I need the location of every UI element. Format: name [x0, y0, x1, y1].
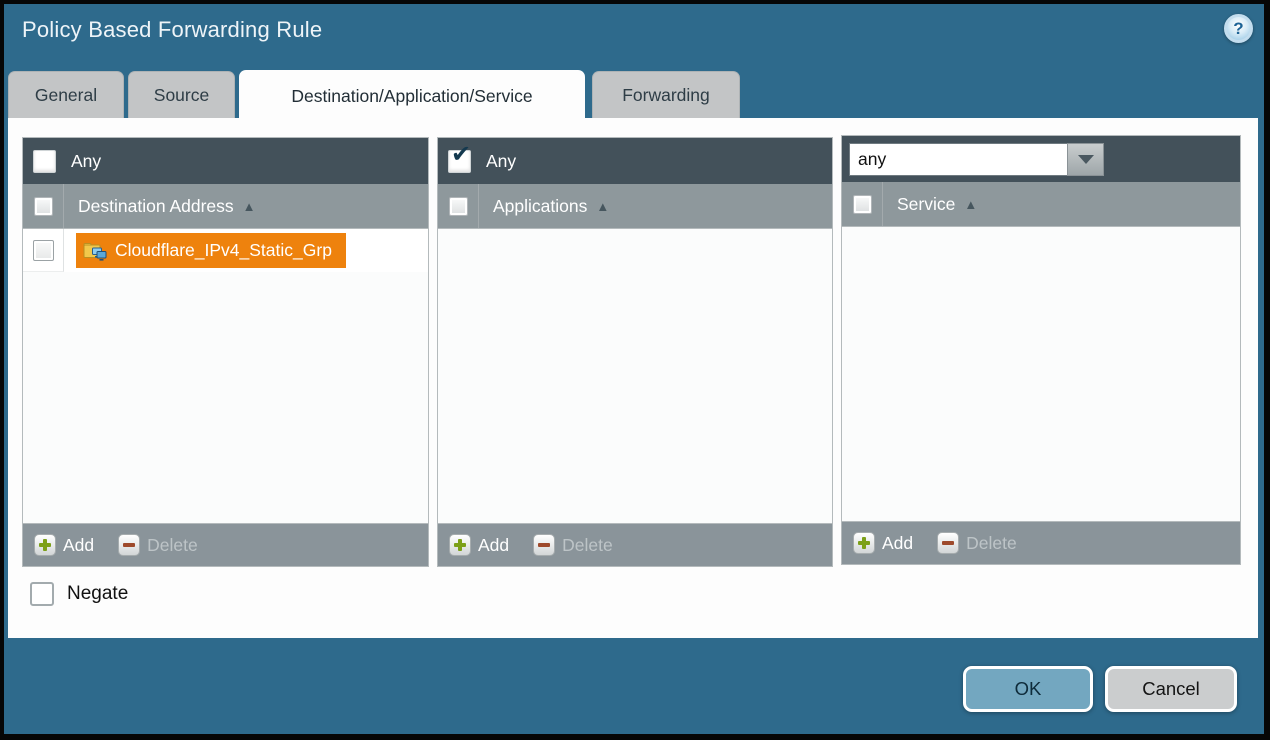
minus-icon — [533, 534, 555, 556]
negate-row: Negate — [30, 582, 128, 606]
sort-asc-icon[interactable]: ▲ — [596, 199, 609, 214]
applications-toolbar: Add Delete — [438, 523, 832, 566]
service-dropdown-button[interactable] — [1067, 143, 1104, 176]
service-header-checkbox-cell — [842, 182, 883, 226]
negate-label: Negate — [67, 583, 128, 605]
destination-row-checkbox[interactable] — [33, 240, 54, 261]
policy-based-forwarding-rule-dialog: Policy Based Forwarding Rule ? General S… — [0, 0, 1270, 740]
service-add-label: Add — [882, 533, 913, 554]
plus-icon — [34, 534, 56, 556]
applications-any-checkbox[interactable]: ✔ — [448, 150, 471, 173]
applications-any-row: ✔ Any — [438, 138, 832, 184]
sort-asc-icon[interactable]: ▲ — [964, 197, 977, 212]
applications-add-button[interactable]: Add — [449, 534, 509, 556]
tab-forwarding-label: Forwarding — [622, 85, 710, 106]
service-column-header: Service ▲ — [842, 182, 1240, 227]
plus-icon — [449, 534, 471, 556]
destination-delete-label: Delete — [147, 535, 198, 556]
applications-any-label: Any — [486, 151, 516, 172]
ok-button[interactable]: OK — [963, 666, 1093, 712]
applications-column-header: Applications ▲ — [438, 184, 832, 229]
destination-any-row: Any — [23, 138, 428, 184]
service-dropdown[interactable]: any — [849, 143, 1104, 176]
destination-row-checkbox-cell — [23, 229, 64, 272]
applications-header-checkbox-cell — [438, 184, 479, 228]
tab-general[interactable]: General — [8, 71, 124, 118]
sort-asc-icon[interactable]: ▲ — [243, 199, 256, 214]
applications-list — [438, 229, 832, 523]
service-delete-button[interactable]: Delete — [937, 532, 1017, 554]
tab-forwarding[interactable]: Forwarding — [592, 71, 740, 118]
check-icon: ✔ — [451, 143, 471, 167]
minus-icon — [118, 534, 140, 556]
service-dropdown-value[interactable]: any — [849, 143, 1067, 176]
plus-icon — [853, 532, 875, 554]
destination-address-column: Any Destination Address ▲ — [22, 137, 429, 567]
ok-button-label: OK — [1015, 678, 1042, 700]
tab-source[interactable]: Source — [128, 71, 235, 118]
tab-general-label: General — [35, 85, 97, 106]
destination-select-all-checkbox[interactable] — [34, 197, 53, 216]
destination-add-label: Add — [63, 535, 94, 556]
applications-header-label[interactable]: Applications — [493, 196, 587, 217]
applications-add-label: Add — [478, 535, 509, 556]
destination-row-cloudflare[interactable]: Cloudflare_IPv4_Static_Grp — [23, 229, 428, 272]
destination-row-selection[interactable]: Cloudflare_IPv4_Static_Grp — [76, 233, 346, 268]
service-add-button[interactable]: Add — [853, 532, 913, 554]
dialog-title: Policy Based Forwarding Rule — [22, 17, 322, 43]
address-group-icon — [83, 241, 107, 261]
destination-any-checkbox[interactable] — [33, 150, 56, 173]
service-dropdown-row: any — [842, 136, 1240, 182]
help-glyph: ? — [1233, 19, 1243, 39]
destination-header-checkbox-cell — [23, 184, 64, 228]
destination-row-label: Cloudflare_IPv4_Static_Grp — [115, 240, 332, 261]
destination-add-button[interactable]: Add — [34, 534, 94, 556]
chevron-down-icon — [1078, 155, 1094, 164]
destination-column-header: Destination Address ▲ — [23, 184, 428, 229]
tab-destination-label: Destination/Application/Service — [291, 86, 532, 107]
tab-content-panel: Any Destination Address ▲ — [8, 118, 1258, 638]
negate-checkbox[interactable] — [30, 582, 54, 606]
tab-destination-application-service[interactable]: Destination/Application/Service — [239, 70, 585, 122]
service-header-label[interactable]: Service — [897, 194, 955, 215]
service-list — [842, 227, 1240, 521]
tab-source-label: Source — [154, 85, 209, 106]
destination-any-label: Any — [71, 151, 101, 172]
minus-icon — [937, 532, 959, 554]
service-column: any Service ▲ Add Delete — [841, 135, 1241, 565]
applications-delete-label: Delete — [562, 535, 613, 556]
cancel-button[interactable]: Cancel — [1105, 666, 1237, 712]
cancel-button-label: Cancel — [1142, 678, 1200, 700]
service-delete-label: Delete — [966, 533, 1017, 554]
applications-select-all-checkbox[interactable] — [449, 197, 468, 216]
applications-delete-button[interactable]: Delete — [533, 534, 613, 556]
destination-header-label[interactable]: Destination Address — [78, 196, 234, 217]
destination-list: Cloudflare_IPv4_Static_Grp — [23, 229, 428, 523]
help-icon[interactable]: ? — [1224, 14, 1253, 43]
destination-toolbar: Add Delete — [23, 523, 428, 566]
service-toolbar: Add Delete — [842, 521, 1240, 564]
service-select-all-checkbox[interactable] — [853, 195, 872, 214]
destination-delete-button[interactable]: Delete — [118, 534, 198, 556]
applications-column: ✔ Any Applications ▲ Add Delete — [437, 137, 833, 567]
